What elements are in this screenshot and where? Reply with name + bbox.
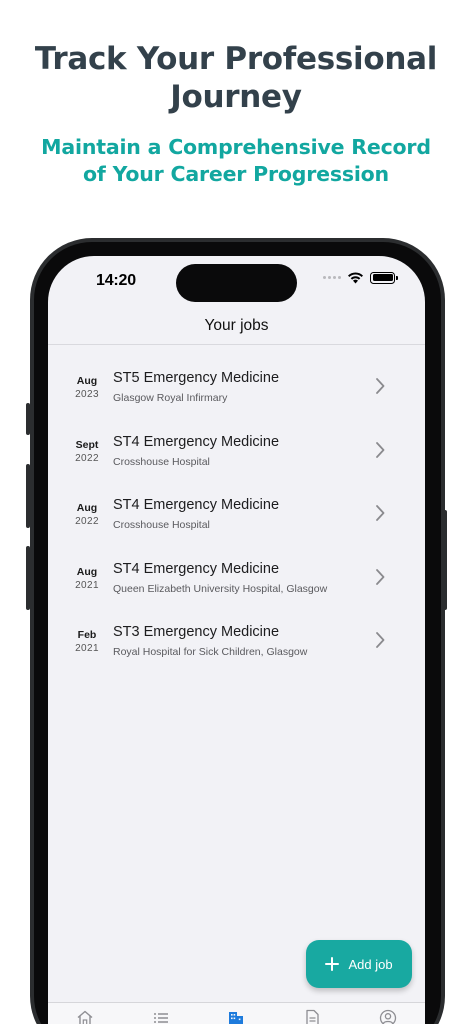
home-icon[interactable] bbox=[76, 1009, 94, 1024]
status-time: 14:20 bbox=[96, 272, 136, 289]
wifi-icon bbox=[348, 272, 363, 284]
job-list: Aug 2023 ST5 Emergency Medicine Glasgow … bbox=[48, 361, 425, 679]
list-icon[interactable] bbox=[152, 1009, 170, 1024]
promo-headline: Track Your Professional Journey bbox=[0, 40, 472, 116]
status-icons bbox=[323, 271, 398, 284]
cellular-dots-icon bbox=[323, 276, 341, 279]
job-row[interactable]: Sept 2022 ST4 Emergency Medicine Crossho… bbox=[48, 425, 425, 489]
nav-divider bbox=[48, 344, 425, 345]
job-row[interactable]: Aug 2022 ST4 Emergency Medicine Crosshou… bbox=[48, 488, 425, 552]
job-row[interactable]: Feb 2021 ST3 Emergency Medicine Royal Ho… bbox=[48, 615, 425, 679]
promo-headline-line-2: Journey bbox=[170, 79, 302, 115]
promo-subline: Maintain a Comprehensive Record of Your … bbox=[0, 134, 472, 188]
job-title: ST3 Emergency Medicine bbox=[113, 624, 280, 640]
job-title: ST4 Emergency Medicine bbox=[113, 433, 280, 450]
job-month: Aug bbox=[76, 502, 98, 514]
promo-subline-line-2: of Your Career Progression bbox=[83, 162, 389, 186]
add-job-label: Add job bbox=[348, 956, 393, 972]
job-date: Aug 2022 bbox=[70, 502, 104, 529]
promo-headline-line-1: Track Your Professional bbox=[34, 41, 438, 77]
job-year: 2021 bbox=[75, 643, 99, 654]
phone-screen: 14:20 Your jobs Aug 2023 ST5 Emergency M… bbox=[48, 256, 425, 1024]
job-month: Feb bbox=[77, 629, 97, 641]
plus-icon bbox=[325, 957, 340, 971]
job-place: Glasgow Royal Infirmary bbox=[113, 392, 228, 404]
chevron-right-icon bbox=[376, 632, 385, 648]
job-date: Aug 2021 bbox=[70, 566, 104, 593]
job-place: Crosshouse Hospital bbox=[113, 519, 210, 531]
job-month: Aug bbox=[76, 375, 98, 387]
chevron-right-icon bbox=[376, 441, 385, 458]
job-title: ST4 Emergency Medicine bbox=[113, 560, 280, 577]
building-icon[interactable] bbox=[227, 1009, 245, 1024]
job-date: Feb 2021 bbox=[70, 629, 104, 656]
job-row[interactable]: Aug 2021 ST4 Emergency Medicine Queen El… bbox=[48, 552, 425, 616]
promo-subline-line-1: Maintain a Comprehensive Record bbox=[41, 135, 431, 159]
job-year: 2022 bbox=[75, 516, 99, 527]
job-place: Crosshouse Hospital bbox=[113, 455, 210, 468]
profile-icon[interactable] bbox=[379, 1009, 397, 1024]
job-place: Queen Elizabeth University Hospital, Gla… bbox=[113, 582, 328, 595]
job-place: Royal Hospital for Sick Children, Glasgo… bbox=[113, 646, 308, 658]
job-date: Aug 2023 bbox=[70, 375, 104, 402]
dynamic-island bbox=[176, 264, 297, 302]
page-title: Your jobs bbox=[204, 317, 269, 334]
job-title: ST5 Emergency Medicine bbox=[113, 370, 280, 386]
document-icon[interactable] bbox=[303, 1009, 321, 1024]
promo-screenshot: Track Your Professional Journey Maintain… bbox=[0, 0, 472, 1024]
job-year: 2021 bbox=[75, 579, 99, 591]
job-month: Aug bbox=[76, 565, 98, 578]
chevron-right-icon bbox=[376, 505, 385, 521]
job-month: Sept bbox=[75, 438, 99, 451]
chevron-right-icon bbox=[376, 378, 385, 394]
job-title: ST4 Emergency Medicine bbox=[113, 497, 280, 513]
add-job-button[interactable]: Add job bbox=[306, 940, 412, 988]
job-year: 2023 bbox=[75, 389, 99, 400]
job-date: Sept 2022 bbox=[70, 439, 104, 466]
job-row[interactable]: Aug 2023 ST5 Emergency Medicine Glasgow … bbox=[48, 361, 425, 425]
chevron-right-icon bbox=[376, 568, 385, 585]
tab-bar bbox=[48, 1002, 425, 1024]
job-year: 2022 bbox=[75, 452, 99, 464]
battery-icon bbox=[370, 271, 398, 284]
